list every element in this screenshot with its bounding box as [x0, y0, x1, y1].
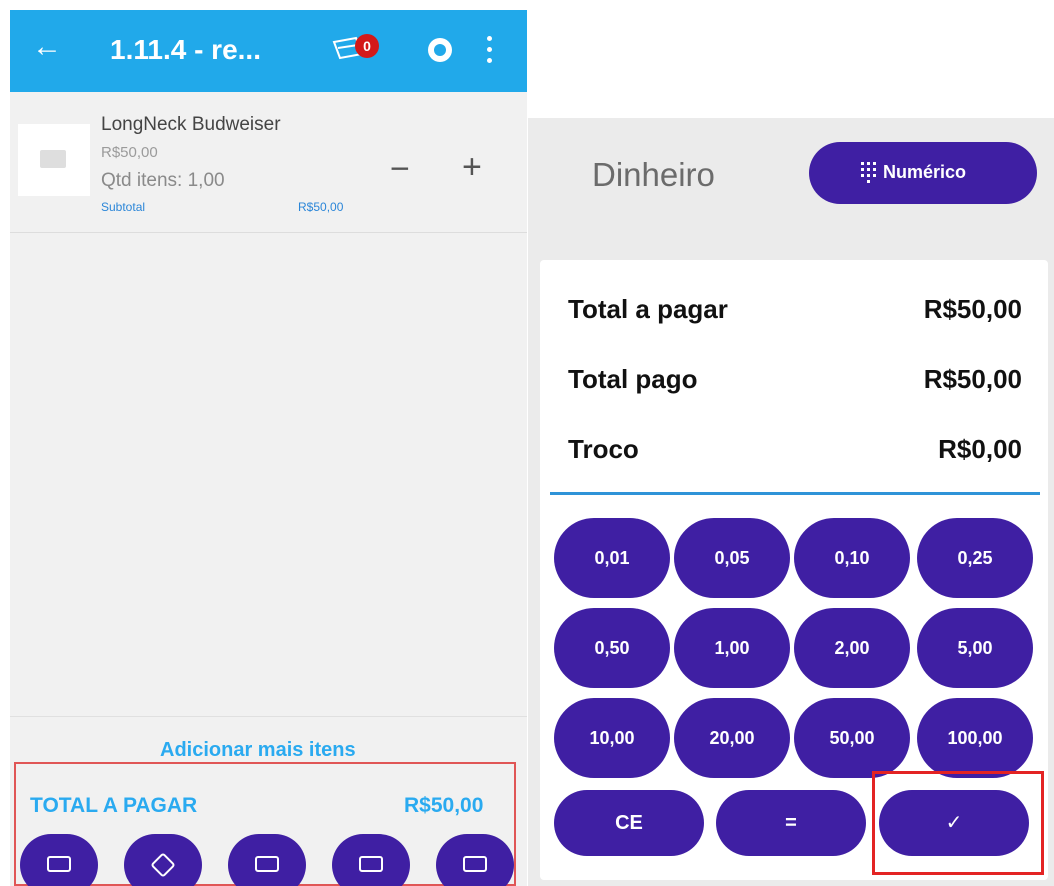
pix-icon — [150, 852, 176, 878]
summary-value: R$50,00 — [923, 364, 1022, 394]
numeric-button[interactable]: Numérico — [809, 142, 1037, 204]
product-qty: Qtd itens: 1,00 — [101, 170, 225, 191]
cart-item: LongNeck Budweiser R$50,00 Qtd itens: 1,… — [10, 110, 527, 233]
product-image — [18, 124, 90, 196]
subtotal-label: Subtotal — [101, 200, 146, 214]
card-payment-button[interactable] — [436, 834, 514, 886]
summary-row-change: Troco R$0,00 — [568, 434, 1022, 470]
app-bar: ← 1.11.4 - re... 0 — [10, 10, 527, 92]
image-placeholder-icon — [40, 150, 66, 168]
keypad-key[interactable]: 0,05 — [674, 518, 790, 598]
summary-label: Total a pagar — [568, 294, 728, 324]
keypad-key[interactable]: 0,25 — [917, 518, 1033, 598]
cart-badge: 0 — [355, 34, 379, 58]
cash-icon — [359, 856, 383, 872]
total-value: R$50,00 — [404, 794, 484, 817]
numeric-button-label: Numérico — [883, 162, 967, 182]
total-label: TOTAL A PAGAR — [30, 794, 198, 817]
summary-row-total-paid: Total pago R$50,00 — [568, 364, 1022, 400]
keypad-key[interactable]: 0,10 — [794, 518, 910, 598]
keypad-icon — [861, 162, 879, 183]
keypad-key[interactable]: 5,00 — [917, 608, 1033, 688]
keypad-key[interactable]: 1,00 — [674, 608, 790, 688]
more-vert-icon[interactable] — [486, 36, 494, 64]
payment-method-title: Dinheiro — [592, 156, 715, 193]
sync-icon[interactable] — [428, 38, 452, 62]
keypad-key[interactable]: 0,01 — [554, 518, 670, 598]
keypad-key[interactable]: 20,00 — [674, 698, 790, 778]
equals-button[interactable]: = — [716, 790, 866, 856]
split-payment-button[interactable] — [20, 834, 98, 886]
summary-value: R$50,00 — [923, 294, 1022, 324]
confirm-highlight-box — [872, 771, 1044, 875]
voucher-icon — [255, 856, 279, 872]
cash-payment-button[interactable] — [332, 834, 410, 886]
summary-row-total-due: Total a pagar R$50,00 — [568, 294, 1022, 330]
keypad-key[interactable]: 0,50 — [554, 608, 670, 688]
add-more-label[interactable]: Adicionar mais itens — [160, 739, 356, 762]
increase-qty-button[interactable]: + — [462, 150, 482, 184]
total-bar: TOTAL A PAGAR R$50,00 — [14, 762, 516, 886]
keypad-key[interactable]: 10,00 — [554, 698, 670, 778]
cart-panel: ← 1.11.4 - re... 0 LongNeck Budweiser R$… — [10, 10, 527, 886]
voucher-payment-button[interactable] — [228, 834, 306, 886]
divider — [550, 492, 1040, 495]
keypad-key[interactable]: 100,00 — [917, 698, 1033, 778]
card-icon — [463, 856, 487, 872]
clear-entry-button[interactable]: CE — [554, 790, 704, 856]
page-title: 1.11.4 - re... — [110, 34, 261, 65]
product-price: R$50,00 — [101, 144, 158, 161]
keypad-key[interactable]: 2,00 — [794, 608, 910, 688]
summary-value: R$0,00 — [938, 434, 1022, 464]
decrease-qty-button[interactable]: − — [390, 152, 410, 186]
summary-label: Total pago — [568, 364, 698, 394]
arrow-left-icon[interactable]: ← — [32, 32, 62, 62]
split-icon — [47, 856, 71, 872]
summary-label: Troco — [568, 434, 639, 464]
keypad-key[interactable]: 50,00 — [794, 698, 910, 778]
pix-payment-button[interactable] — [124, 834, 202, 886]
subtotal-value: R$50,00 — [298, 200, 344, 214]
product-name: LongNeck Budweiser — [101, 114, 281, 135]
